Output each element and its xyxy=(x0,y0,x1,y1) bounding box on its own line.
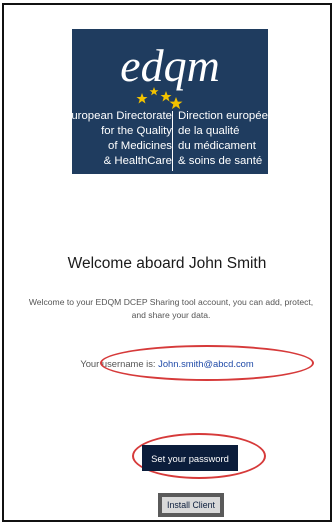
logo-line: European Directorate xyxy=(72,110,172,122)
logo-line: de la qualité xyxy=(178,125,240,137)
welcome-title: Welcome aboard John Smith xyxy=(67,255,267,272)
welcome-description: Welcome to your EDQM DCEP Sharing tool a… xyxy=(28,297,314,320)
logo-line: for the Quality xyxy=(101,125,172,137)
edqm-logo: edqm European Directorate for the Qualit… xyxy=(72,29,268,174)
logo-line: & HealthCare xyxy=(103,155,172,167)
set-password-button[interactable]: Set your password xyxy=(142,445,238,471)
email-frame: edqm European Directorate for the Qualit… xyxy=(2,3,332,522)
username-highlight-ellipse xyxy=(100,345,314,381)
install-client-button[interactable]: Install Client xyxy=(158,493,224,517)
logo-divider xyxy=(172,111,173,171)
logo-line: & soins de santé xyxy=(178,155,263,167)
logo-text-english: European Directorate for the Quality of … xyxy=(72,109,172,169)
logo-line: Direction européenne xyxy=(178,110,268,122)
svg-text:edqm: edqm xyxy=(120,40,220,91)
logo-line: of Medicines xyxy=(108,140,172,152)
logo-text-french: Direction européenne de la qualité du mé… xyxy=(178,109,268,169)
logo-line: du médicament xyxy=(178,140,256,152)
edqm-wordmark-logo: edqm xyxy=(120,40,220,110)
